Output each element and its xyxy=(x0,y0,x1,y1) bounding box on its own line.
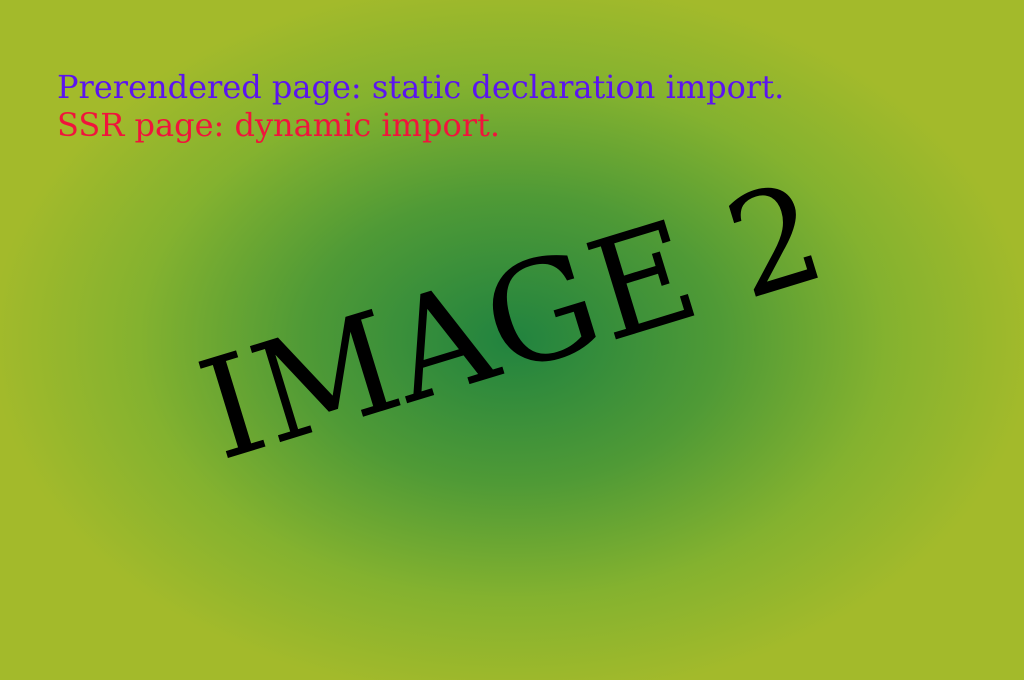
prerendered-caption: Prerendered page: static declaration imp… xyxy=(57,68,785,106)
image-label: IMAGE 2 xyxy=(183,151,841,492)
image-canvas: Prerendered page: static declaration imp… xyxy=(0,0,1024,680)
ssr-caption: SSR page: dynamic import. xyxy=(57,106,501,144)
